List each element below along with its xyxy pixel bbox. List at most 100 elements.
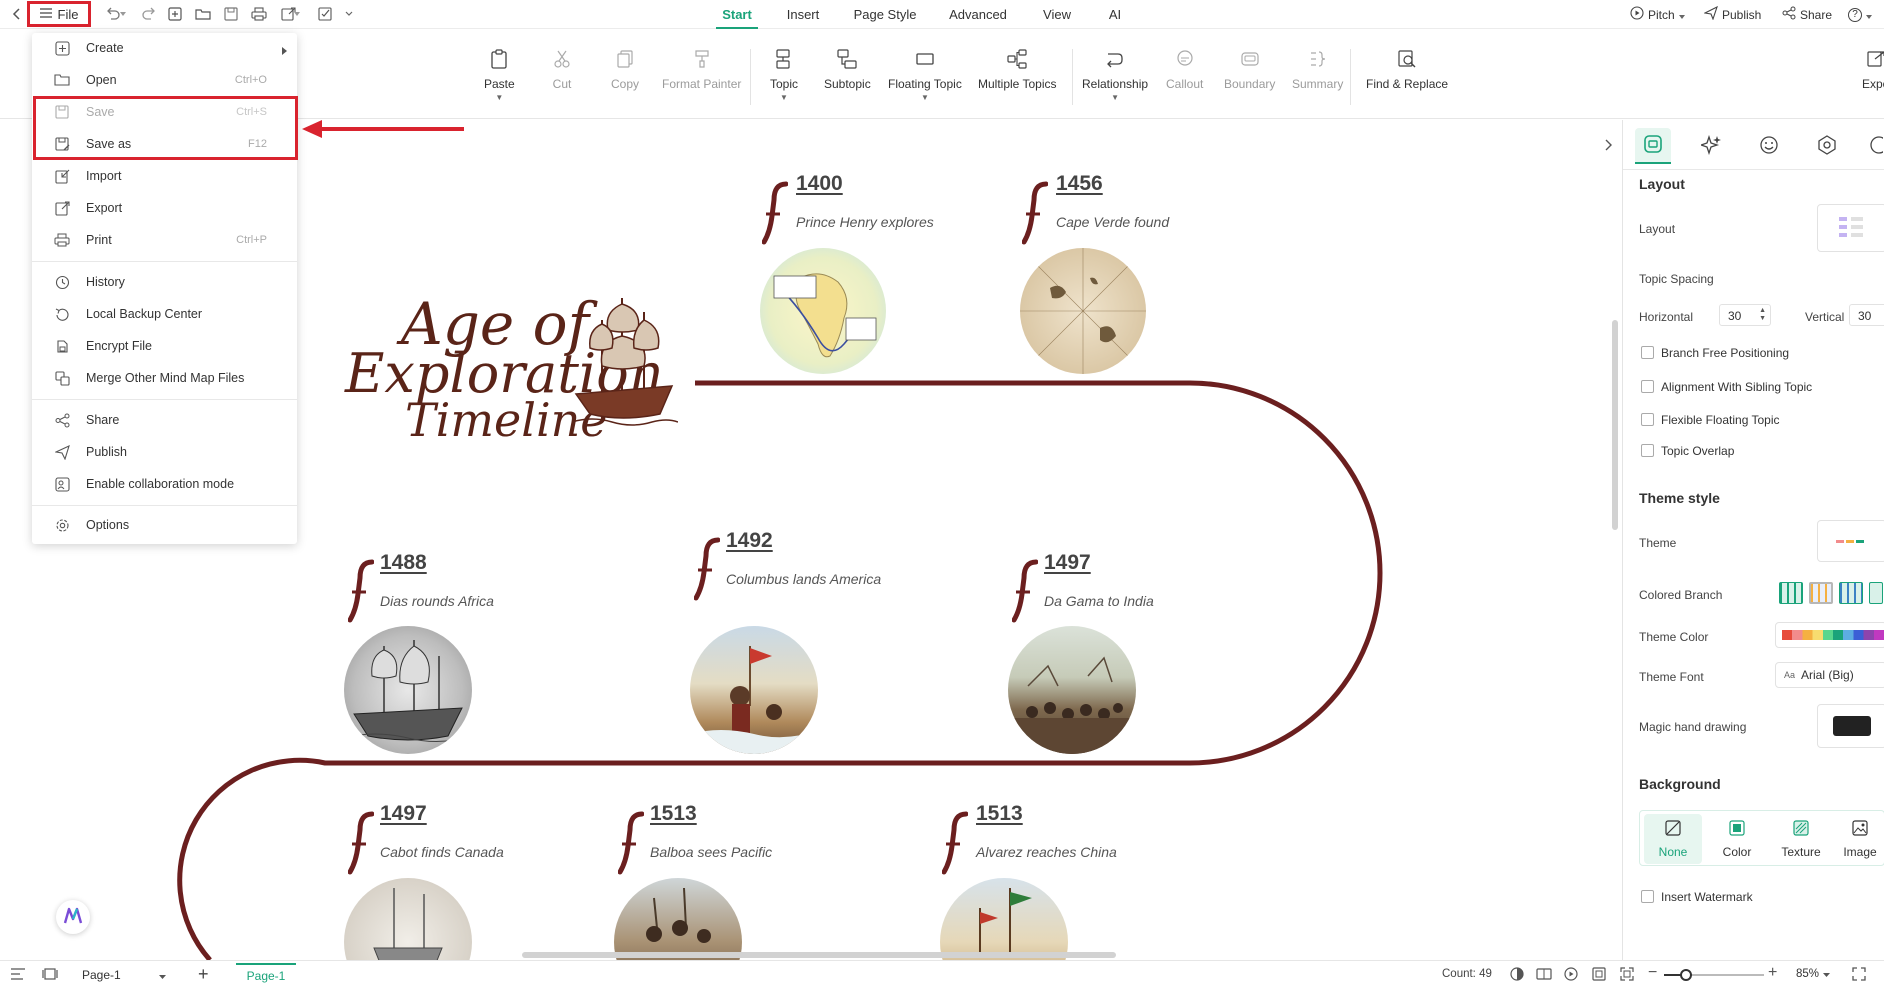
vertical-spacing-stepper[interactable]: 30 — [1849, 304, 1884, 326]
panel-tab-more[interactable] — [1861, 128, 1884, 164]
save-icon[interactable] — [220, 4, 242, 24]
branch-style-option[interactable] — [1869, 582, 1883, 604]
branch-style-option[interactable] — [1839, 582, 1863, 604]
tab-start[interactable]: Start — [716, 0, 758, 29]
menu-item-local-backup[interactable]: Local Backup Center — [32, 299, 297, 329]
slide-view-icon[interactable] — [42, 967, 58, 984]
paste-button[interactable]: Paste ▼ — [484, 47, 515, 102]
theme-color-picker[interactable] — [1775, 622, 1884, 648]
tab-page-style[interactable]: Page Style — [852, 0, 918, 29]
pitch-button[interactable]: Pitch — [1630, 0, 1685, 29]
event-description[interactable]: Columbus lands America — [726, 571, 881, 587]
file-menu-button[interactable]: File — [27, 1, 91, 27]
stepper-arrows-icon[interactable]: ▲ ▼ — [1759, 307, 1766, 323]
layout-picker[interactable] — [1817, 204, 1884, 252]
branch-free-positioning-checkbox[interactable] — [1641, 346, 1654, 359]
menu-item-merge-files[interactable]: Merge Other Mind Map Files — [32, 363, 297, 393]
menu-item-options[interactable]: Options — [32, 510, 297, 540]
print-icon[interactable] — [248, 4, 270, 24]
task-check-icon[interactable] — [314, 4, 336, 24]
copy-button[interactable]: Copy — [611, 47, 639, 91]
open-folder-icon[interactable] — [192, 4, 214, 24]
event-image-chart[interactable] — [1020, 248, 1146, 374]
zoom-out-icon[interactable]: − — [1648, 964, 1657, 982]
collapse-panel-icon[interactable] — [1600, 134, 1618, 156]
panel-tab-ai[interactable] — [1693, 128, 1729, 164]
flexible-floating-checkbox[interactable] — [1641, 413, 1654, 426]
event-description[interactable]: Da Gama to India — [1044, 593, 1154, 609]
menu-item-publish[interactable]: Publish — [32, 437, 297, 467]
export-tool-button[interactable]: Expo — [1862, 47, 1884, 91]
event-year[interactable]: 1400 — [796, 172, 843, 196]
publish-button[interactable]: Publish — [1703, 0, 1761, 29]
outline-view-icon[interactable] — [10, 967, 26, 984]
zoom-level-select[interactable]: 85% — [1796, 968, 1831, 980]
tab-ai[interactable]: AI — [1104, 0, 1126, 29]
book-view-icon[interactable] — [1536, 967, 1552, 984]
horizontal-spacing-stepper[interactable]: 30 ▲ ▼ — [1719, 304, 1771, 326]
relationship-button[interactable]: Relationship ▼ — [1082, 47, 1148, 102]
page-select[interactable]: Page-1 — [74, 964, 174, 986]
event-year[interactable]: 1456 — [1056, 172, 1103, 196]
boundary-button[interactable]: Boundary — [1224, 47, 1275, 91]
zoom-slider-handle[interactable] — [1680, 969, 1692, 981]
new-file-icon[interactable] — [164, 4, 186, 24]
fit-page-icon[interactable] — [1592, 967, 1606, 984]
bg-option-color[interactable]: Color — [1708, 814, 1766, 864]
find-replace-button[interactable]: Find & Replace — [1366, 47, 1448, 91]
format-painter-button[interactable]: Format Painter — [662, 47, 741, 91]
theme-picker[interactable] — [1817, 520, 1884, 562]
bg-option-image[interactable]: Image — [1834, 814, 1884, 864]
vertical-scrollbar[interactable] — [1612, 320, 1618, 530]
zoom-in-icon[interactable]: + — [1768, 964, 1777, 982]
panel-tab-layout[interactable] — [1635, 128, 1671, 164]
branch-style-option[interactable] — [1809, 582, 1833, 604]
more-dropdown-icon[interactable] — [338, 4, 360, 24]
menu-item-encrypt-file[interactable]: Encrypt File — [32, 331, 297, 361]
undo-dropdown-icon[interactable] — [118, 4, 128, 24]
theme-font-select[interactable]: Aa Arial (Big) — [1775, 662, 1884, 688]
topic-button[interactable]: Topic ▼ — [770, 47, 798, 102]
share-button[interactable]: Share — [1782, 0, 1832, 29]
callout-button[interactable]: Callout — [1166, 47, 1203, 91]
event-year[interactable]: 1497 — [380, 802, 427, 826]
menu-item-share[interactable]: Share — [32, 405, 297, 435]
back-icon[interactable] — [6, 4, 28, 24]
menu-item-print[interactable]: Print Ctrl+P — [32, 225, 297, 255]
redo-icon[interactable] — [138, 4, 160, 24]
alignment-sibling-checkbox[interactable] — [1641, 380, 1654, 393]
subtopic-button[interactable]: Subtopic — [824, 47, 871, 91]
page-tab[interactable]: Page-1 — [236, 963, 296, 987]
branch-style-option[interactable] — [1779, 582, 1803, 604]
add-page-icon[interactable]: + — [198, 965, 209, 983]
insert-watermark-checkbox[interactable] — [1641, 890, 1654, 903]
export-dropdown-icon[interactable] — [292, 4, 302, 24]
ai-assistant-button[interactable] — [56, 900, 90, 934]
fit-screen-icon[interactable] — [1620, 967, 1634, 984]
theme-toggle-icon[interactable] — [1510, 967, 1524, 984]
multiple-topics-button[interactable]: Multiple Topics — [978, 47, 1056, 91]
cut-button[interactable]: Cut — [550, 47, 574, 91]
event-description[interactable]: Alvarez reaches China — [976, 844, 1117, 860]
bg-option-none[interactable]: None — [1644, 814, 1702, 864]
event-image-map[interactable] — [760, 248, 886, 374]
panel-tab-theme[interactable] — [1809, 128, 1845, 164]
summary-button[interactable]: Summary — [1292, 47, 1343, 91]
menu-item-history[interactable]: History — [32, 267, 297, 297]
event-year[interactable]: 1492 — [726, 529, 773, 553]
event-year[interactable]: 1513 — [976, 802, 1023, 826]
event-description[interactable]: Cape Verde found — [1056, 214, 1169, 230]
horizontal-scrollbar[interactable] — [522, 952, 1116, 958]
play-slideshow-icon[interactable] — [1564, 967, 1578, 984]
fullscreen-icon[interactable] — [1852, 967, 1866, 984]
menu-item-create[interactable]: Create — [32, 33, 297, 63]
menu-item-export[interactable]: Export — [32, 193, 297, 223]
event-image-da-gama[interactable] — [1008, 626, 1136, 754]
menu-item-collaboration[interactable]: Enable collaboration mode — [32, 469, 297, 499]
bg-option-texture[interactable]: Texture — [1772, 814, 1830, 864]
menu-item-open[interactable]: Open Ctrl+O — [32, 65, 297, 95]
zoom-slider[interactable] — [1664, 969, 1764, 981]
event-description[interactable]: Balboa sees Pacific — [650, 844, 772, 860]
menu-item-import[interactable]: Import — [32, 161, 297, 191]
tab-view[interactable]: View — [1040, 0, 1074, 29]
